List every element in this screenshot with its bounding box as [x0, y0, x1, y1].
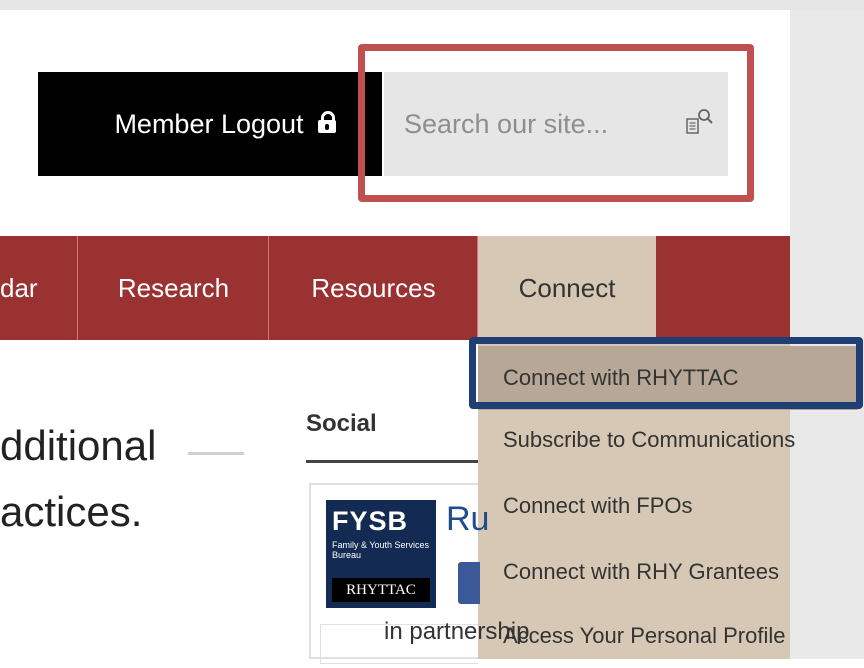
social-page-name-link[interactable]: Ru — [446, 500, 489, 539]
nav-item-calendar[interactable]: dar — [0, 236, 78, 340]
member-logout-label: Member Logout — [114, 108, 304, 139]
menu-item-personal-profile[interactable]: Access Your Personal Profile — [478, 604, 858, 668]
content-divider — [188, 452, 244, 455]
menu-item-connect-grantees[interactable]: Connect with RHY Grantees — [478, 540, 858, 604]
menu-item-subscribe[interactable]: Subscribe to Communications — [478, 408, 858, 472]
search-highlight-box — [358, 44, 754, 202]
lock-icon — [317, 111, 336, 133]
nav-item-resources[interactable]: Resources — [270, 236, 478, 340]
nav-item-research[interactable]: Research — [79, 236, 269, 340]
top-strip — [0, 0, 864, 10]
facebook-like-button[interactable] — [458, 562, 480, 604]
logo-band-text: RHYTTAC — [332, 578, 430, 602]
social-heading: Social — [306, 410, 377, 437]
logo-main-text: FYSB — [332, 506, 409, 536]
logo-sub-text: Family & Youth Services Bureau — [332, 540, 430, 560]
nav-item-connect[interactable]: Connect — [478, 236, 656, 340]
menu-item-highlight-box — [469, 337, 863, 409]
social-heading-rule — [306, 460, 478, 463]
content-text-line-1: dditional — [0, 422, 157, 469]
content-text-line-2: actices. — [0, 488, 143, 535]
fysb-logo[interactable]: FYSB Family & Youth Services Bureau RHYT… — [326, 500, 436, 608]
member-logout-button[interactable]: Member Logout — [38, 72, 382, 176]
menu-item-connect-fpos[interactable]: Connect with FPOs — [478, 474, 858, 538]
partnership-text: in partnership — [384, 618, 530, 645]
